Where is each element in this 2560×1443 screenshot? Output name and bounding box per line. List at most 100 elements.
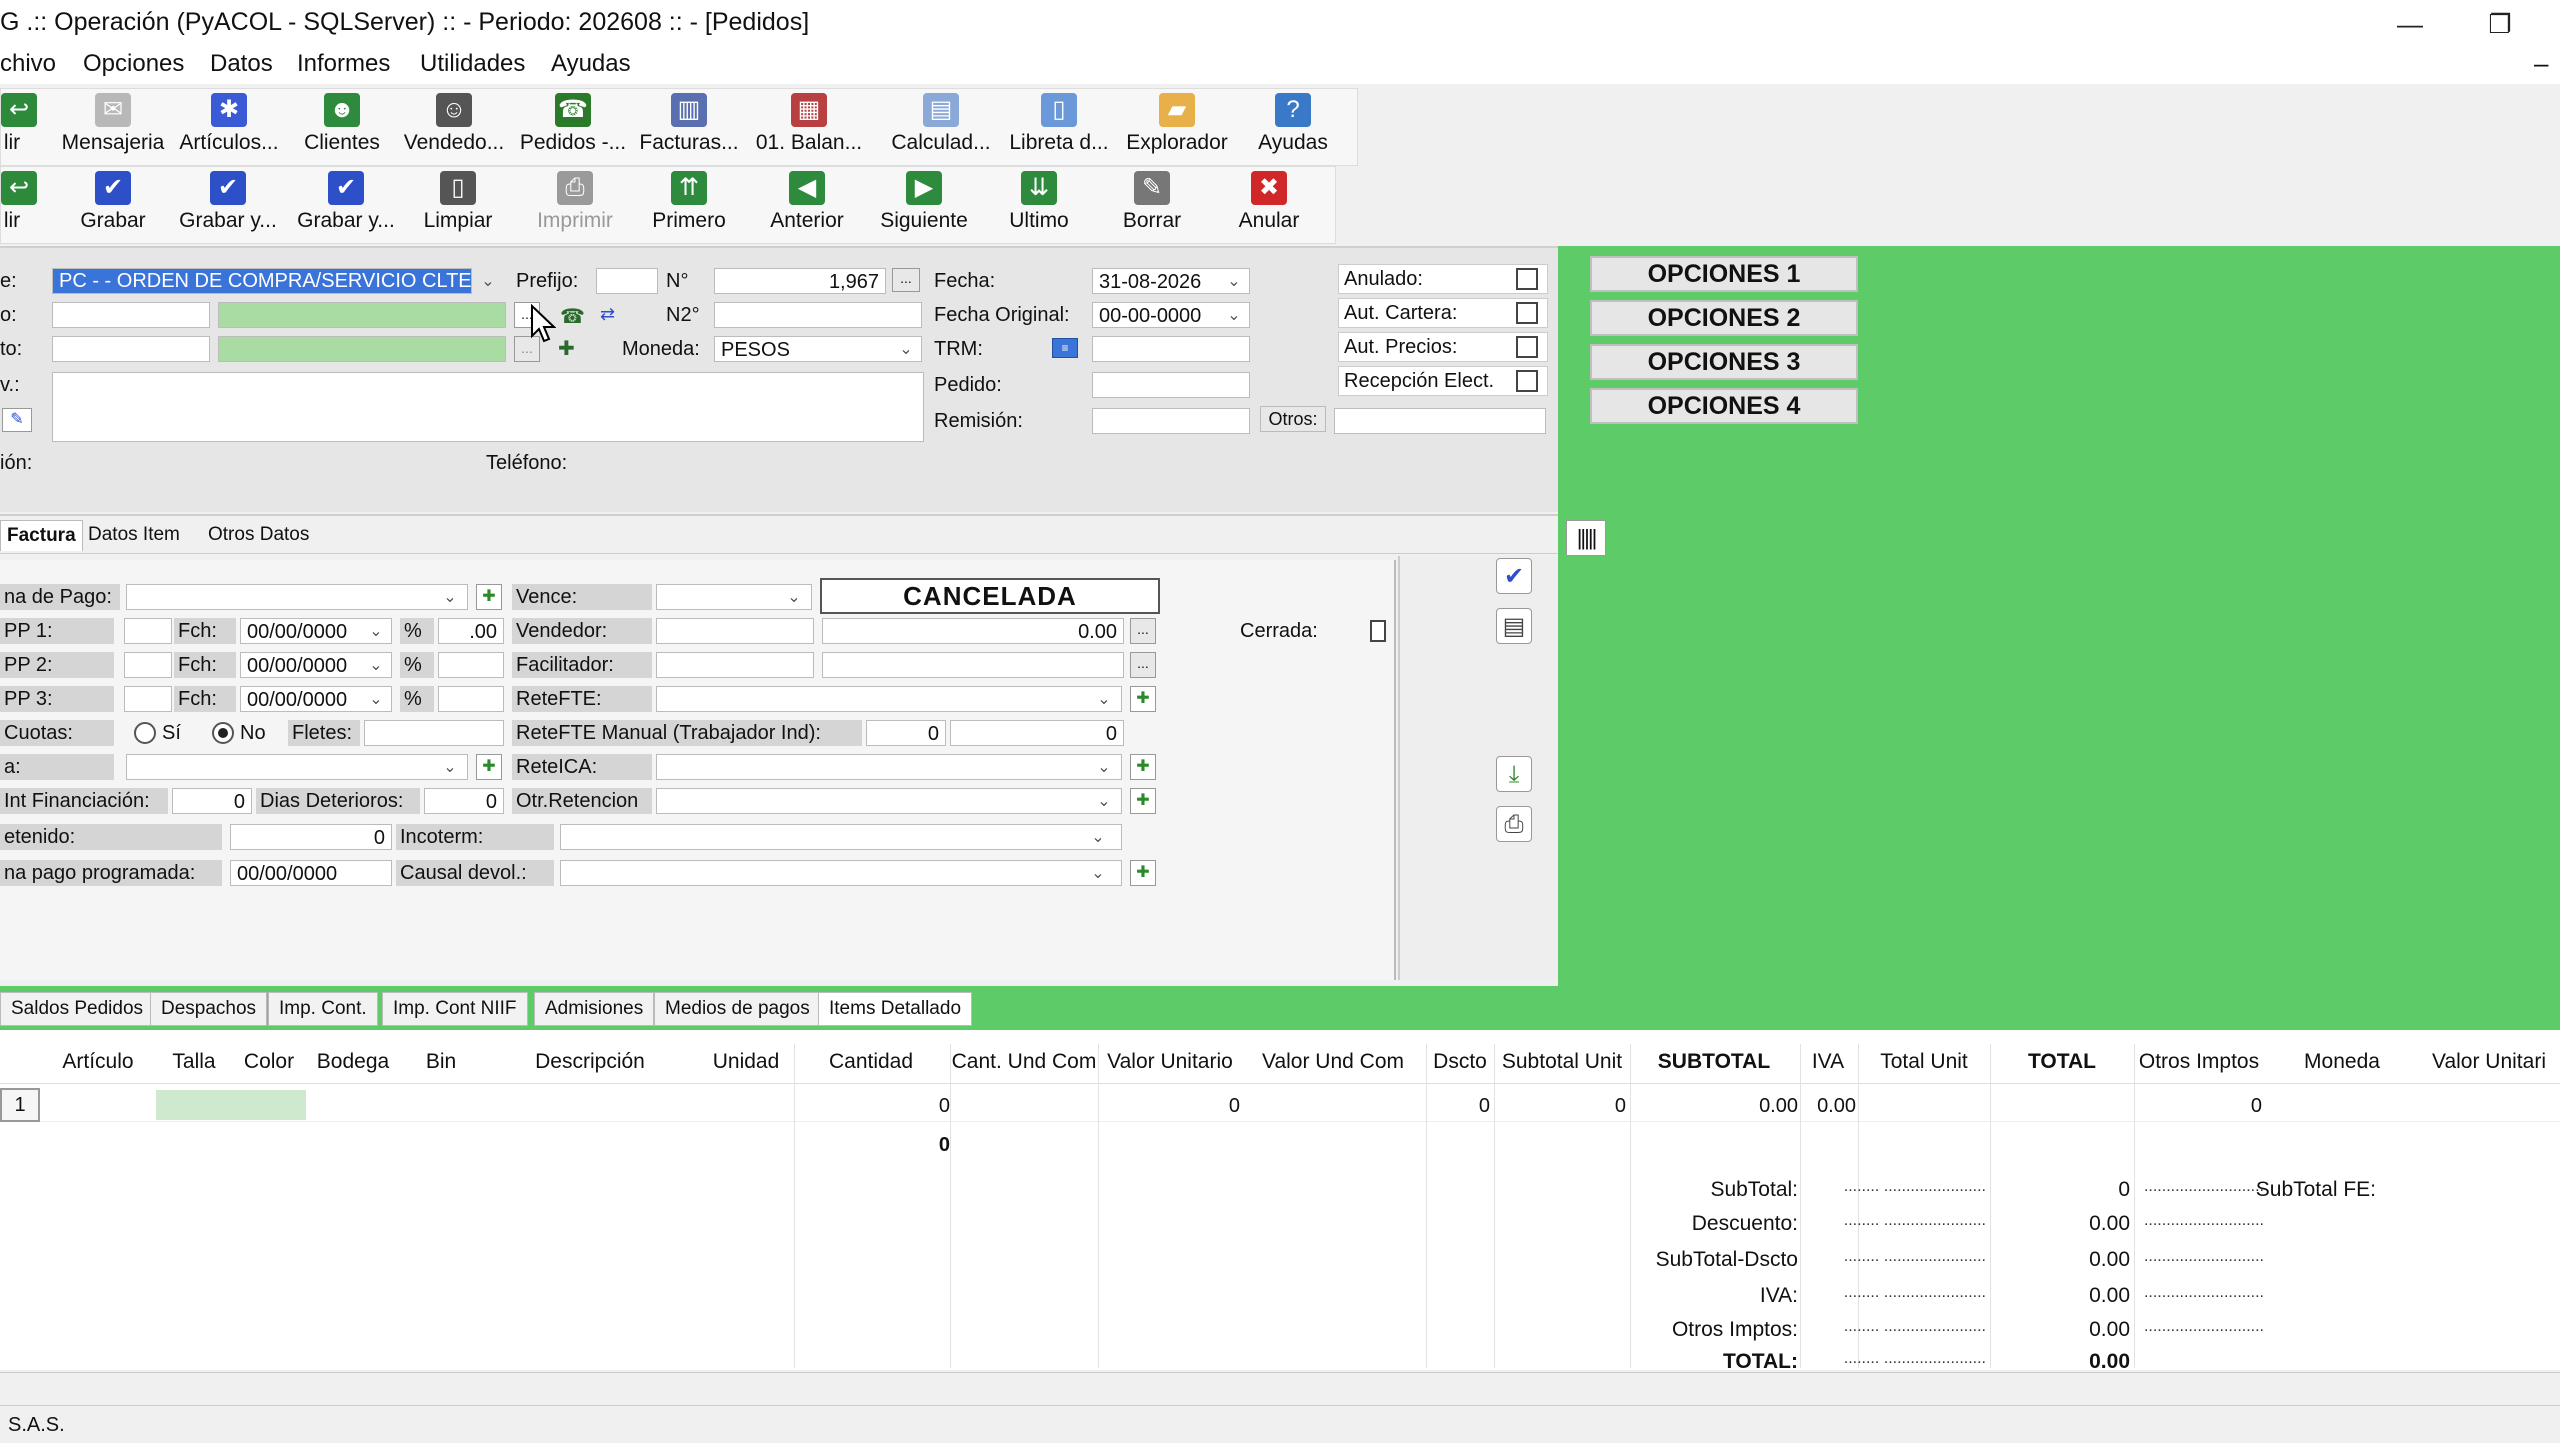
- column-header[interactable]: IVA: [1800, 1050, 1856, 1074]
- toolbar-button-invoices[interactable]: ▥ Facturas...: [637, 93, 741, 163]
- pp3-pct-field[interactable]: [438, 686, 504, 712]
- vendedor-code-field[interactable]: [656, 618, 814, 644]
- vendedor-lookup-button[interactable]: ...: [1130, 618, 1156, 644]
- retefte-manual-a-field[interactable]: 0: [866, 720, 946, 746]
- chevron-down-icon[interactable]: ⌄: [362, 653, 390, 679]
- chevron-down-icon[interactable]: ⌄: [436, 585, 464, 611]
- causal-devol-select[interactable]: [560, 860, 1122, 886]
- toolbar-button-phone[interactable]: ☎ Pedidos -...: [515, 93, 631, 163]
- reteica-select[interactable]: [656, 754, 1122, 780]
- toolbar-button-clear[interactable]: ▯ Limpiar: [411, 171, 505, 241]
- pp2-pct-field[interactable]: [438, 652, 504, 678]
- add-icon[interactable]: ✚: [476, 754, 502, 780]
- facilitador-name-field[interactable]: [822, 652, 1124, 678]
- printer-icon[interactable]: ⎙: [1496, 806, 1532, 842]
- menu-archivo[interactable]: chivo: [0, 50, 56, 78]
- toolbar-button-save-check[interactable]: ✔ Grabar: [63, 171, 163, 241]
- toolbar-button-clients[interactable]: ☻ Clientes: [297, 93, 387, 163]
- opciones-1-button[interactable]: OPCIONES 1: [1590, 256, 1858, 292]
- toolbar-button-balance[interactable]: ▦ 01. Balan...: [747, 93, 871, 163]
- retenido-field[interactable]: 0: [230, 824, 392, 850]
- column-header[interactable]: Moneda: [2266, 1050, 2418, 1074]
- contacto-code-field[interactable]: [52, 336, 210, 362]
- trm-field[interactable]: [1092, 336, 1250, 362]
- aut-precios-checkbox[interactable]: [1516, 336, 1538, 358]
- menu-ayudas[interactable]: Ayudas: [551, 50, 631, 78]
- chevron-down-icon[interactable]: ⌄: [474, 269, 502, 295]
- chevron-down-icon[interactable]: ⌄: [1084, 861, 1112, 887]
- dscto-cell[interactable]: 0: [1420, 1090, 1490, 1122]
- chevron-down-icon[interactable]: ⌄: [362, 619, 390, 645]
- add-icon[interactable]: ✚: [1130, 860, 1156, 886]
- chevron-down-icon[interactable]: ⌄: [362, 687, 390, 713]
- column-header[interactable]: Subtotal Unit: [1494, 1050, 1630, 1074]
- tab-despachos[interactable]: Despachos: [150, 992, 268, 1026]
- tab-items-detallado[interactable]: Items Detallado: [818, 992, 973, 1026]
- toolbar-button-calculator[interactable]: ▤ Calculad...: [885, 93, 997, 163]
- chevron-down-icon[interactable]: ⌄: [1090, 755, 1118, 781]
- otros-button[interactable]: Otros:: [1260, 406, 1326, 432]
- pp1-field[interactable]: [124, 618, 172, 644]
- toolbar-button-help[interactable]: ? Ayudas: [1243, 93, 1343, 163]
- pp3-field[interactable]: [124, 686, 172, 712]
- chevron-down-icon[interactable]: ⌄: [1084, 825, 1112, 851]
- trm-icon[interactable]: ≡: [1052, 338, 1078, 358]
- column-header[interactable]: Bodega: [306, 1050, 400, 1074]
- retefte-select[interactable]: [656, 686, 1122, 712]
- anulado-checkbox[interactable]: [1516, 268, 1538, 290]
- aut-cartera-checkbox[interactable]: [1516, 302, 1538, 324]
- add-icon[interactable]: ✚: [1130, 788, 1156, 814]
- observaciones-field[interactable]: [52, 372, 924, 442]
- int-financiacion-field[interactable]: 0: [172, 788, 252, 814]
- chevron-down-icon[interactable]: ⌄: [780, 585, 808, 611]
- tipo-doc-select[interactable]: PC - - ORDEN DE COMPRA/SERVICIO CLTE: [52, 268, 472, 294]
- toolbar-button-articles[interactable]: ✱ Artículos...: [169, 93, 289, 163]
- remision-field[interactable]: [1092, 408, 1250, 434]
- toolbar-button-last[interactable]: ⇊ Ultimo: [991, 171, 1087, 241]
- pp1-pct-field[interactable]: .00: [438, 618, 504, 644]
- toolbar-button-next[interactable]: ▶ Siguiente: [871, 171, 977, 241]
- tab-otros-datos[interactable]: Otros Datos: [208, 524, 309, 546]
- add-icon[interactable]: ✚: [1130, 754, 1156, 780]
- column-header[interactable]: TOTAL: [1990, 1050, 2134, 1074]
- prefijo-field[interactable]: [596, 268, 658, 294]
- vendedor-name-field[interactable]: 0.00: [822, 618, 1124, 644]
- tab-admisiones[interactable]: Admisiones: [534, 992, 655, 1026]
- toolbar-button-print[interactable]: ⎙ Imprimir: [527, 171, 623, 241]
- menu-utilidades[interactable]: Utilidades: [420, 50, 525, 78]
- tab-datos-item[interactable]: Datos Item: [88, 524, 180, 546]
- toolbar-button-delete[interactable]: ✎ Borrar: [1107, 171, 1197, 241]
- column-header[interactable]: Dscto: [1426, 1050, 1494, 1074]
- toolbar-button-first[interactable]: ⇈ Primero: [641, 171, 737, 241]
- restore-button[interactable]: ❐: [2475, 4, 2525, 44]
- otros-field[interactable]: [1334, 408, 1546, 434]
- a-select[interactable]: [126, 754, 468, 780]
- opciones-2-button[interactable]: OPCIONES 2: [1590, 300, 1858, 336]
- toolbar-button-seller[interactable]: ☺ Vendedo...: [399, 93, 509, 163]
- toolbar-button-exit[interactable]: ↩ lir: [1, 171, 37, 241]
- pp2-field[interactable]: [124, 652, 172, 678]
- add-contact-icon[interactable]: ✚: [558, 336, 575, 361]
- numero-field[interactable]: 1,967: [714, 268, 886, 294]
- cantidad-cell[interactable]: 0: [790, 1090, 950, 1122]
- chevron-down-icon[interactable]: ⌄: [1220, 269, 1248, 295]
- fletes-field[interactable]: [364, 720, 504, 746]
- numero-lookup-button[interactable]: ...: [892, 268, 920, 292]
- contacto-name-field[interactable]: [218, 336, 506, 362]
- barcode-icon[interactable]: |||||: [1566, 520, 1606, 556]
- eye-icon[interactable]: ☎: [560, 304, 585, 329]
- fecha-pago-field[interactable]: 00/00/0000: [230, 860, 392, 886]
- recepcion-checkbox[interactable]: [1516, 370, 1538, 392]
- column-header[interactable]: Descripción: [482, 1050, 698, 1074]
- add-icon[interactable]: ✚: [1130, 686, 1156, 712]
- chevron-down-icon[interactable]: ⌄: [1220, 303, 1248, 329]
- minimize-button[interactable]: —: [2385, 4, 2435, 44]
- forma-pago-select[interactable]: [126, 584, 468, 610]
- toolbar-button-folder[interactable]: ▰ Explorador: [1117, 93, 1237, 163]
- inner-minimize-button[interactable]: –: [2534, 48, 2548, 79]
- add-icon[interactable]: ✚: [476, 584, 502, 610]
- tab-imp-cont-niif[interactable]: Imp. Cont NIIF: [382, 992, 528, 1026]
- toolbar-button-save-close[interactable]: ✔ Grabar y...: [289, 171, 403, 241]
- chevron-down-icon[interactable]: ⌄: [1090, 789, 1118, 815]
- toolbar-button-cancel[interactable]: ✖ Anular: [1225, 171, 1313, 241]
